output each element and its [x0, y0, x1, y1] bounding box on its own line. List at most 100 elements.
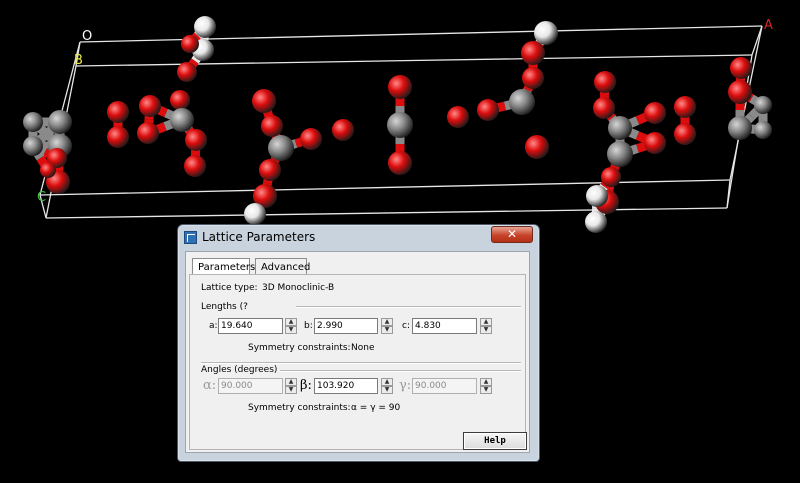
- b-length-spinner[interactable]: ▲ ▼: [381, 318, 393, 334]
- angles-symmetry-label: Symmetry constraints:: [248, 403, 351, 413]
- lengths-symmetry-label: Symmetry constraints:: [248, 343, 351, 353]
- cell-edge-1: [75, 54, 753, 67]
- a-length-input[interactable]: 19.640: [218, 318, 283, 334]
- oxygen-atom[interactable]: [184, 155, 206, 177]
- oxygen-atom[interactable]: [181, 35, 199, 53]
- beta-spin-up-icon[interactable]: ▲: [381, 378, 393, 386]
- carbon-atom[interactable]: [728, 116, 752, 140]
- oxygen-atom[interactable]: [728, 80, 752, 104]
- carbon-atom[interactable]: [268, 135, 294, 161]
- alpha-input[interactable]: 90.000: [218, 378, 283, 394]
- gamma-spinner[interactable]: ▲ ▼: [480, 378, 492, 394]
- b-spin-up-icon[interactable]: ▲: [381, 318, 393, 326]
- hydrogen-atom[interactable]: [194, 16, 216, 38]
- beta-spinner[interactable]: ▲ ▼: [381, 378, 393, 394]
- oxygen-atom[interactable]: [477, 99, 499, 121]
- c-axis-label: C: [37, 190, 46, 205]
- lattice-parameters-dialog: Lattice Parameters ✕ Parameters Advanced…: [177, 224, 540, 462]
- hydrogen-atom[interactable]: [244, 203, 266, 225]
- carbon-atom[interactable]: [509, 89, 535, 115]
- carbon-atom[interactable]: [23, 112, 43, 132]
- lattice-type-label: Lattice type:: [201, 283, 258, 293]
- lattice-type-value: 3D Monoclinic-B: [262, 283, 335, 293]
- carbon-atom[interactable]: [754, 121, 772, 139]
- gamma-spin-down-icon[interactable]: ▼: [480, 386, 492, 394]
- parameters-panel: Lattice type: 3D Monoclinic-B Lengths (?…: [189, 274, 526, 450]
- oxygen-atom[interactable]: [593, 97, 615, 119]
- b-axis-label: B: [74, 53, 83, 68]
- tab-advanced[interactable]: Advanced: [255, 258, 310, 275]
- hydrogen-atom[interactable]: [534, 21, 558, 45]
- oxygen-atom[interactable]: [644, 102, 666, 124]
- oxygen-atom[interactable]: [261, 115, 283, 137]
- carbon-atom[interactable]: [48, 110, 72, 134]
- oxygen-atom[interactable]: [522, 67, 544, 89]
- carbon-atom[interactable]: [754, 96, 772, 114]
- origin-axis-label: O: [82, 29, 92, 44]
- dialog-client-area: Parameters Advanced Lattice type: 3D Mon…: [185, 251, 530, 453]
- oxygen-atom[interactable]: [594, 71, 616, 93]
- oxygen-atom[interactable]: [674, 96, 696, 118]
- dialog-title: Lattice Parameters: [202, 230, 316, 244]
- beta-label: β:: [300, 378, 312, 393]
- oxygen-atom[interactable]: [332, 119, 354, 141]
- oxygen-atom[interactable]: [137, 122, 159, 144]
- carbon-atom[interactable]: [23, 136, 43, 156]
- hydrogen-atom[interactable]: [586, 185, 608, 207]
- oxygen-atom[interactable]: [139, 95, 161, 117]
- beta-input[interactable]: 103.920: [314, 378, 378, 394]
- oxygen-atom[interactable]: [259, 159, 281, 181]
- atoms-layer: [23, 16, 772, 233]
- beta-spin-down-icon[interactable]: ▼: [381, 386, 393, 394]
- c-length-spinner[interactable]: ▲ ▼: [480, 318, 492, 334]
- oxygen-atom[interactable]: [300, 128, 322, 150]
- dialog-titlebar[interactable]: Lattice Parameters ✕: [178, 225, 539, 250]
- gamma-spin-up-icon[interactable]: ▲: [480, 378, 492, 386]
- oxygen-atom[interactable]: [674, 123, 696, 145]
- c-length-label: c:: [402, 321, 410, 331]
- oxygen-atom[interactable]: [252, 89, 276, 113]
- carbon-atom[interactable]: [170, 108, 194, 132]
- carbon-atom[interactable]: [387, 112, 413, 138]
- alpha-spin-up-icon[interactable]: ▲: [285, 378, 297, 386]
- c-spin-up-icon[interactable]: ▲: [480, 318, 492, 326]
- close-button[interactable]: ✕: [491, 226, 533, 243]
- oxygen-atom[interactable]: [521, 41, 545, 65]
- alpha-spinner[interactable]: ▲ ▼: [285, 378, 297, 394]
- carbon-atom[interactable]: [608, 116, 632, 140]
- oxygen-atom[interactable]: [185, 129, 207, 151]
- oxygen-atom[interactable]: [177, 62, 197, 82]
- oxygen-atom[interactable]: [107, 101, 129, 123]
- oxygen-atom[interactable]: [107, 126, 129, 148]
- carbon-atom[interactable]: [607, 141, 633, 167]
- tab-parameters[interactable]: Parameters: [192, 258, 255, 275]
- oxygen-atom[interactable]: [40, 162, 56, 178]
- a-spin-down-icon[interactable]: ▼: [285, 326, 297, 334]
- oxygen-atom[interactable]: [525, 135, 549, 159]
- c-spin-down-icon[interactable]: ▼: [480, 326, 492, 334]
- gamma-label: γ:: [399, 378, 412, 393]
- oxygen-atom[interactable]: [447, 106, 469, 128]
- oxygen-atom[interactable]: [601, 167, 621, 187]
- cell-edge-2: [39, 179, 731, 196]
- a-length-spinner[interactable]: ▲ ▼: [285, 318, 297, 334]
- oxygen-atom[interactable]: [644, 132, 666, 154]
- gamma-input[interactable]: 90.000: [412, 378, 477, 394]
- lengths-symmetry-value: None: [351, 343, 375, 353]
- hydrogen-atom[interactable]: [585, 211, 607, 233]
- c-length-input[interactable]: 4.830: [412, 318, 477, 334]
- oxygen-atom[interactable]: [170, 90, 190, 110]
- window-icon: [184, 231, 197, 244]
- b-length-input[interactable]: 2.990: [314, 318, 378, 334]
- angles-separator-top: [201, 362, 521, 364]
- help-button[interactable]: Help: [463, 432, 527, 450]
- oxygen-atom[interactable]: [730, 57, 752, 79]
- alpha-label: α:: [203, 378, 217, 393]
- b-length-label: b:: [304, 321, 313, 331]
- alpha-spin-down-icon[interactable]: ▼: [285, 386, 297, 394]
- a-spin-up-icon[interactable]: ▲: [285, 318, 297, 326]
- oxygen-atom[interactable]: [388, 151, 412, 175]
- a-axis-label: A: [764, 18, 773, 33]
- oxygen-atom[interactable]: [388, 75, 412, 99]
- b-spin-down-icon[interactable]: ▼: [381, 326, 393, 334]
